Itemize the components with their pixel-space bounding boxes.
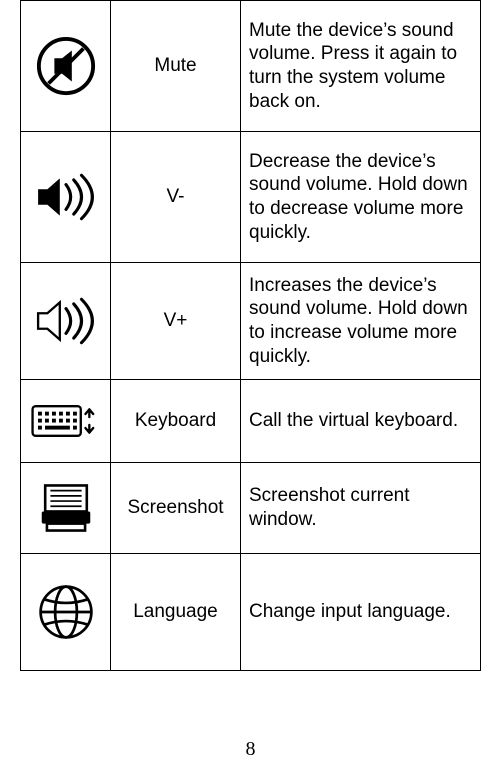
row-label: Screenshot — [127, 497, 223, 518]
document-page: Mute Mute the device’s sound volume. Pre… — [0, 0, 501, 779]
table-row: V+ Increases the device’s sound volume. … — [21, 263, 481, 380]
desc-cell: Change input language. — [241, 554, 481, 671]
desc-cell: Mute the device’s sound volume. Press it… — [241, 1, 481, 132]
icon-cell — [21, 554, 111, 671]
desc-cell: Screenshot current window. — [241, 463, 481, 554]
row-label: V- — [167, 186, 185, 207]
row-label: Mute — [154, 55, 196, 76]
table-row: V- Decrease the device’s sound volume. H… — [21, 132, 481, 263]
label-cell: V+ — [111, 263, 241, 380]
desc-cell: Increases the device’s sound volume. Hol… — [241, 263, 481, 380]
icon-cell — [21, 380, 111, 463]
row-description: Decrease the device’s sound volume. Hold… — [249, 151, 468, 243]
row-label: Language — [133, 601, 218, 622]
mute-icon — [35, 35, 97, 97]
table-row: Keyboard Call the virtual keyboard. — [21, 380, 481, 463]
label-cell: V- — [111, 132, 241, 263]
label-cell: Keyboard — [111, 380, 241, 463]
row-label: V+ — [164, 310, 188, 331]
icon-cell — [21, 1, 111, 132]
row-description: Screenshot current window. — [249, 485, 410, 530]
row-description: Increases the device’s sound volume. Hol… — [249, 275, 468, 367]
icon-cell — [21, 263, 111, 380]
desc-cell: Decrease the device’s sound volume. Hold… — [241, 132, 481, 263]
label-cell: Mute — [111, 1, 241, 132]
table-row: Mute Mute the device’s sound volume. Pre… — [21, 1, 481, 132]
volume-up-icon — [35, 296, 97, 346]
volume-down-icon — [35, 172, 97, 222]
screenshot-icon — [38, 482, 94, 534]
icon-cell — [21, 132, 111, 263]
row-description: Mute the device’s sound volume. Press it… — [249, 20, 457, 112]
table-row: Language Change input language. — [21, 554, 481, 671]
keyboard-icon — [31, 401, 101, 441]
label-cell: Screenshot — [111, 463, 241, 554]
label-cell: Language — [111, 554, 241, 671]
desc-cell: Call the virtual keyboard. — [241, 380, 481, 463]
row-label: Keyboard — [135, 410, 216, 431]
language-icon — [37, 583, 95, 641]
row-description: Change input language. — [249, 601, 451, 622]
function-table: Mute Mute the device’s sound volume. Pre… — [20, 0, 481, 671]
page-number: 8 — [0, 738, 501, 761]
row-description: Call the virtual keyboard. — [249, 410, 458, 431]
icon-cell — [21, 463, 111, 554]
table-row: Screenshot Screenshot current window. — [21, 463, 481, 554]
